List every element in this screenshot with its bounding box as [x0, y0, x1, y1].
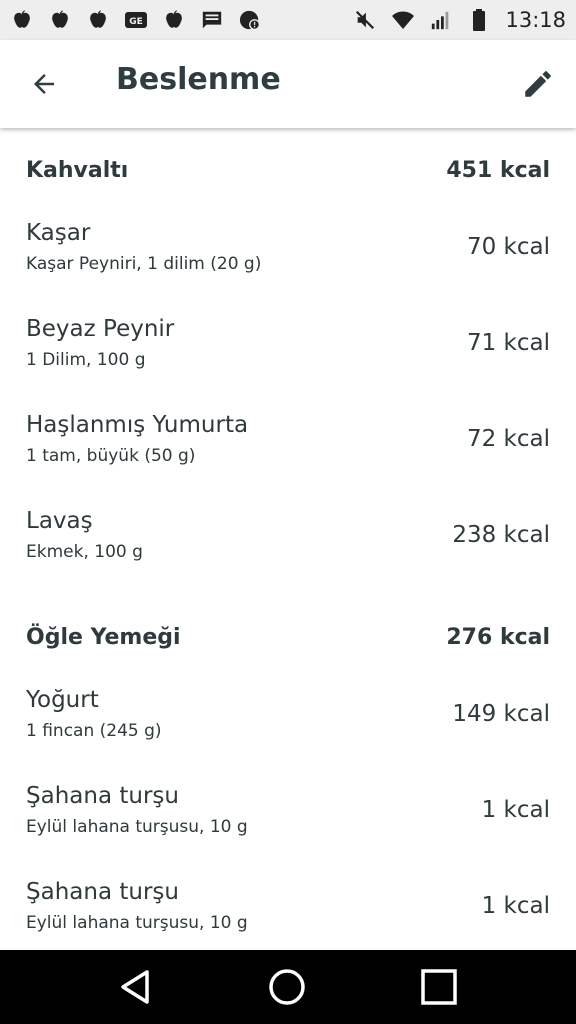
food-kcal: 70 kcal	[466, 234, 550, 260]
back-button[interactable]	[26, 66, 62, 102]
list-item[interactable]: Şahana turşu Eylül lahana turşusu, 10 g …	[26, 783, 550, 873]
signal-icon	[429, 8, 453, 32]
system-icons: 13:18	[353, 8, 566, 32]
system-nav-bar	[0, 950, 576, 1024]
list-item[interactable]: Şahana turşu Eylül lahana turşusu, 10 g …	[26, 879, 550, 950]
nav-home-button[interactable]	[264, 964, 310, 1010]
recents-square-icon	[421, 969, 457, 1005]
section-total: 276 kcal	[446, 625, 550, 650]
food-name: Beyaz Peynir	[26, 316, 175, 342]
food-name: Yoğurt	[26, 687, 99, 713]
food-portion: 1 fincan (245 g)	[26, 721, 162, 741]
list-item[interactable]: Beyaz Peynir 1 Dilim, 100 g 71 kcal	[26, 316, 550, 406]
page-title: Beslenme	[116, 62, 281, 97]
food-kcal: 238 kcal	[452, 522, 550, 548]
food-name: Şahana turşu	[26, 783, 179, 809]
arrow-back-icon	[34, 74, 54, 94]
home-circle-icon	[269, 969, 305, 1005]
section-title: Kahvaltı	[26, 158, 129, 183]
svg-text:GE: GE	[129, 17, 143, 27]
food-name: Haşlanmış Yumurta	[26, 412, 249, 438]
food-kcal: 1 kcal	[481, 893, 550, 919]
food-kcal: 1 kcal	[481, 797, 550, 823]
food-portion: Ekmek, 100 g	[26, 542, 143, 562]
back-triangle-icon	[121, 970, 149, 1004]
meal-list[interactable]: Kahvaltı 451 kcal Kaşar Kaşar Peyniri, 1…	[0, 130, 576, 950]
list-item[interactable]: Yoğurt 1 fincan (245 g) 149 kcal	[26, 687, 550, 777]
food-name: Kaşar	[26, 220, 91, 246]
app-bar: Beslenme	[0, 40, 576, 128]
section-header-kahvalti: Kahvaltı 451 kcal	[26, 158, 550, 183]
food-kcal: 71 kcal	[466, 330, 550, 356]
list-item[interactable]: Kaşar Kaşar Peyniri, 1 dilim (20 g) 70 k…	[26, 220, 550, 310]
food-name: Lavaş	[26, 508, 93, 534]
section-header-ogle-yemegi: Öğle Yemeği 276 kcal	[26, 625, 550, 650]
apple-icon	[10, 8, 34, 32]
food-portion: Eylül lahana turşusu, 10 g	[26, 817, 248, 837]
section-total: 451 kcal	[446, 158, 550, 183]
food-name: Şahana turşu	[26, 879, 179, 905]
notification-icons: GE	[10, 8, 262, 32]
list-item[interactable]: Haşlanmış Yumurta 1 tam, büyük (50 g) 72…	[26, 412, 550, 502]
wifi-icon	[391, 8, 415, 32]
list-item[interactable]: Lavaş Ekmek, 100 g 238 kcal	[26, 508, 550, 598]
food-kcal: 72 kcal	[466, 426, 550, 452]
food-portion: 1 Dilim, 100 g	[26, 350, 146, 370]
battery-icon	[467, 8, 491, 32]
mute-icon	[353, 8, 377, 32]
apple-icon	[48, 8, 72, 32]
ge-icon: GE	[124, 8, 148, 32]
food-kcal: 149 kcal	[452, 701, 550, 727]
apple-icon	[162, 8, 186, 32]
food-portion: 1 tam, büyük (50 g)	[26, 446, 196, 466]
status-bar: GE 13:18	[0, 0, 576, 40]
food-portion: Kaşar Peyniri, 1 dilim (20 g)	[26, 254, 262, 274]
apple-icon	[86, 8, 110, 32]
section-title: Öğle Yemeği	[26, 625, 181, 650]
nav-back-button[interactable]	[112, 964, 158, 1010]
clock-text: 13:18	[505, 8, 566, 32]
food-portion: Eylül lahana turşusu, 10 g	[26, 913, 248, 933]
edit-button[interactable]	[518, 64, 558, 104]
nav-recents-button[interactable]	[416, 964, 462, 1010]
pencil-icon	[525, 71, 551, 97]
alert-icon	[238, 8, 262, 32]
message-icon	[200, 8, 224, 32]
